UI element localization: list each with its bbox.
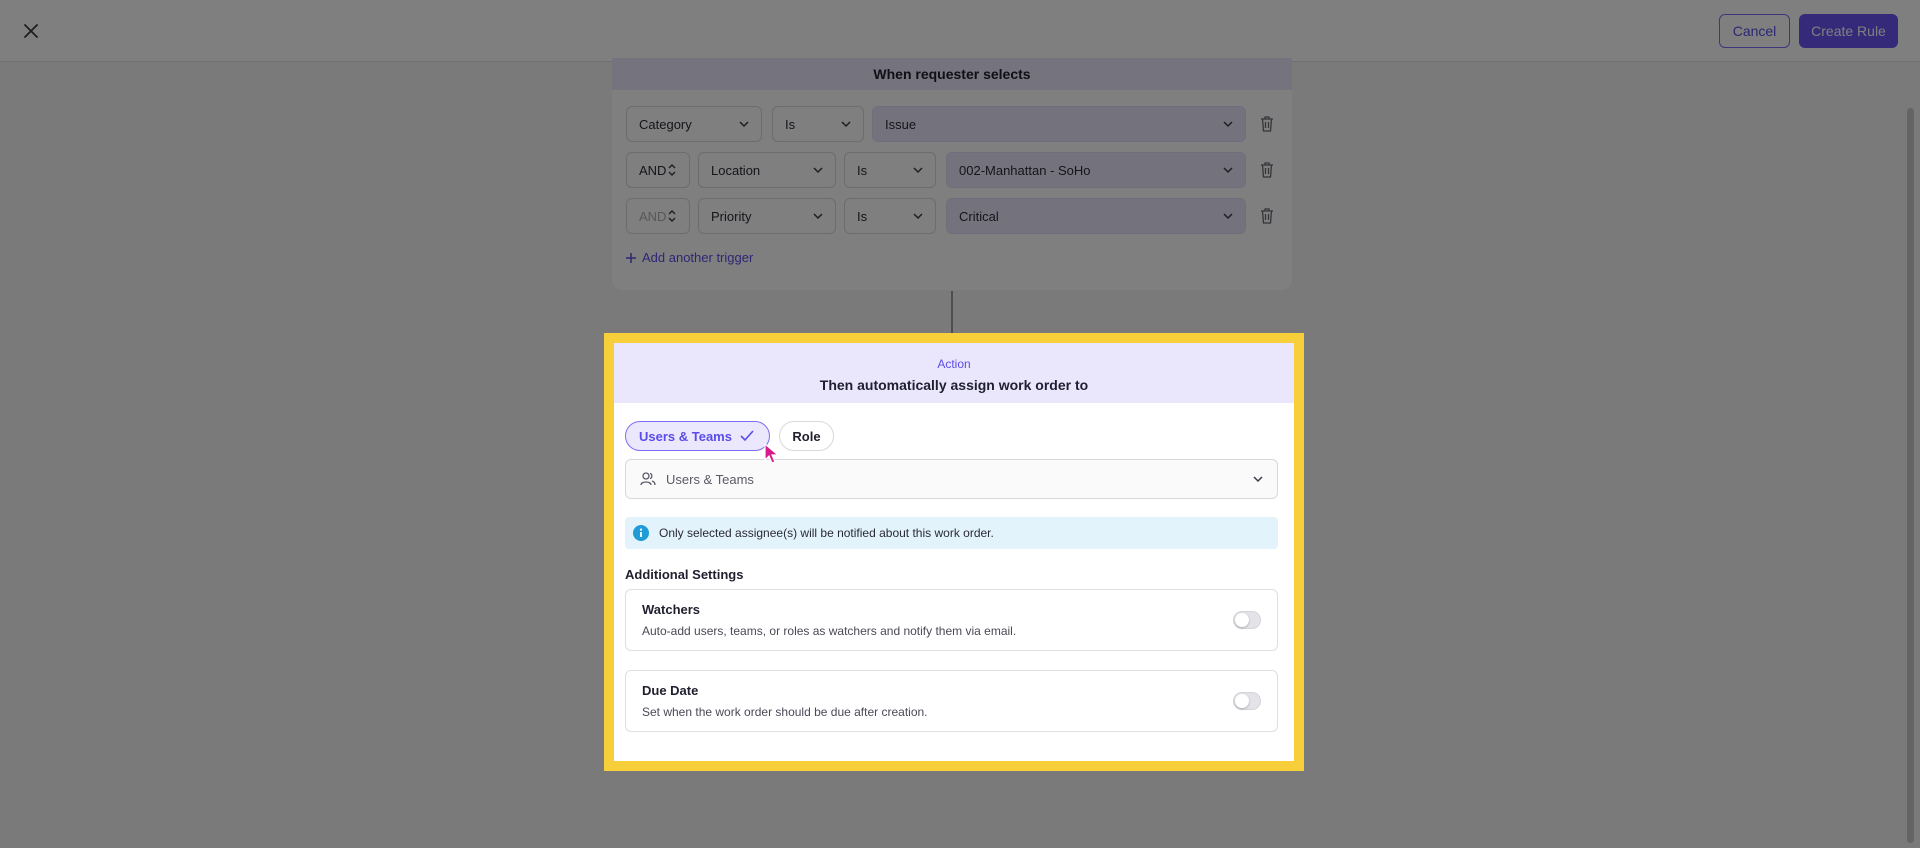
action-eyebrow: Action: [937, 357, 971, 371]
mouse-pointer-icon: [764, 443, 780, 464]
tab-role[interactable]: Role: [779, 421, 834, 451]
due-date-toggle[interactable]: [1233, 692, 1261, 710]
users-icon: [640, 472, 656, 486]
tab-role-label: Role: [792, 428, 821, 444]
due-date-description: Set when the work order should be due af…: [642, 705, 928, 719]
watchers-toggle[interactable]: [1233, 611, 1261, 629]
tab-users-teams-label: Users & Teams: [639, 428, 732, 444]
watchers-setting: Watchers Auto-add users, teams, or roles…: [625, 589, 1278, 651]
due-date-setting: Due Date Set when the work order should …: [625, 670, 1278, 732]
assignee-select[interactable]: Users & Teams: [625, 459, 1278, 499]
action-card-highlight: Action Then automatically assign work or…: [604, 333, 1304, 771]
watchers-description: Auto-add users, teams, or roles as watch…: [642, 624, 1017, 638]
info-text: Only selected assignee(s) will be notifi…: [659, 526, 994, 540]
tab-users-teams[interactable]: Users & Teams: [625, 421, 770, 451]
additional-settings-title: Additional Settings: [625, 567, 744, 582]
action-title: Then automatically assign work order to: [819, 377, 1089, 393]
watchers-title: Watchers: [642, 602, 701, 617]
check-icon: [740, 430, 754, 442]
action-header: Action Then automatically assign work or…: [614, 343, 1294, 403]
assignee-placeholder: Users & Teams: [666, 471, 754, 487]
chevron-down-icon: [1253, 476, 1263, 483]
info-banner: Only selected assignee(s) will be notifi…: [625, 517, 1278, 549]
due-date-title: Due Date: [642, 683, 699, 698]
info-icon: [633, 525, 649, 541]
